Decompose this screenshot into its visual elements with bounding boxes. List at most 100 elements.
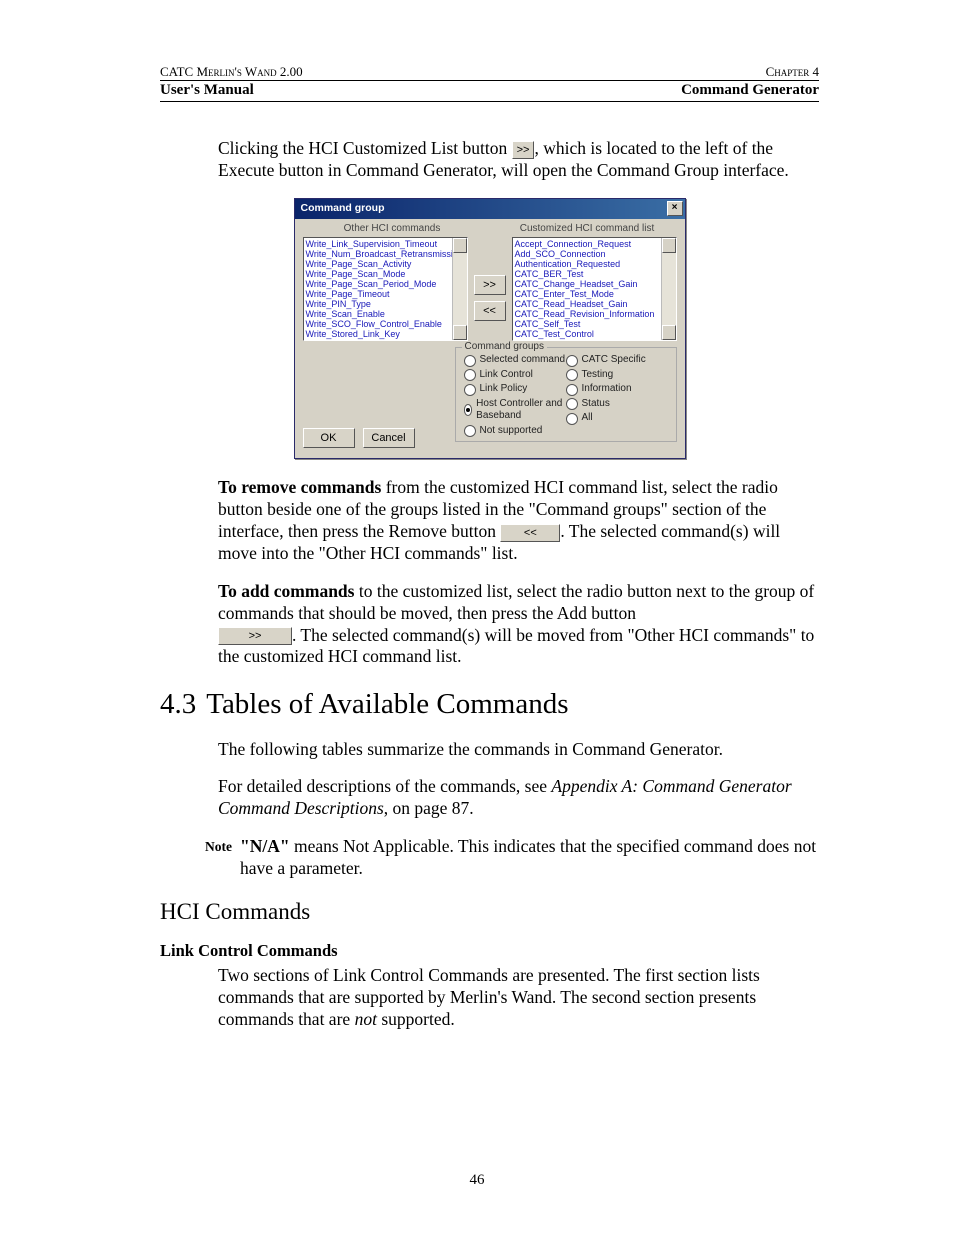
section-title: Tables of Available Commands: [206, 688, 568, 720]
ok-button[interactable]: OK: [303, 428, 355, 448]
radio-label: All: [582, 412, 593, 425]
radio-option[interactable]: All: [566, 412, 668, 425]
radio-label: Link Policy: [480, 383, 528, 396]
add-button[interactable]: >>: [474, 275, 506, 295]
other-commands-label: Other HCI commands: [295, 223, 490, 236]
radio-icon: [566, 398, 578, 410]
note: Note "N/A" means Not Applicable. This in…: [184, 836, 819, 880]
link-control-heading: Link Control Commands: [160, 941, 819, 962]
text: . The selected command(s) will be moved …: [218, 625, 814, 667]
radio-icon: [566, 369, 578, 381]
list-item[interactable]: Authentication_Requested: [515, 259, 674, 269]
link-control-para: Two sections of Link Control Commands ar…: [218, 965, 819, 1031]
radio-label: Information: [582, 383, 632, 396]
text: For detailed descriptions of the command…: [218, 776, 551, 796]
command-group-dialog: Command group × Other HCI commands Custo…: [294, 198, 686, 460]
list-item[interactable]: Write_Page_Scan_Mode: [306, 269, 465, 279]
section-heading: 4.3 Tables of Available Commands: [160, 686, 819, 722]
text-bold: To remove commands: [218, 477, 381, 497]
section-p2: For detailed descriptions of the command…: [218, 776, 819, 820]
customize-list-button-icon[interactable]: >>: [512, 141, 535, 159]
radio-icon: [464, 404, 473, 416]
radio-label: Link Control: [480, 369, 533, 382]
other-commands-listbox[interactable]: Write_Link_Supervision_TimeoutWrite_Num_…: [303, 237, 468, 341]
header-chapter: Chapter 4: [766, 64, 819, 80]
list-item[interactable]: CATC_Enter_Test_Mode: [515, 289, 674, 299]
page-number: 46: [0, 1172, 954, 1189]
radio-option[interactable]: Link Policy: [464, 383, 566, 396]
list-item[interactable]: Write_Stored_Link_Key: [306, 329, 465, 339]
radio-label: Host Controller and Baseband: [476, 398, 565, 423]
radio-option[interactable]: Information: [566, 383, 668, 396]
list-item[interactable]: Write_SCO_Flow_Control_Enable: [306, 319, 465, 329]
radio-option[interactable]: Not supported: [464, 425, 566, 438]
radio-option[interactable]: Status: [566, 398, 668, 411]
text-italic: not: [355, 1009, 377, 1029]
list-item[interactable]: Write_Num_Broadcast_Retransmissi: [306, 249, 465, 259]
dialog-titlebar: Command group ×: [295, 199, 685, 219]
list-item[interactable]: CATC_Self_Test: [515, 319, 674, 329]
list-item[interactable]: Add_SCO_Connection: [515, 249, 674, 259]
remove-button-inline[interactable]: <<: [500, 524, 560, 542]
header-manual: User's Manual: [160, 82, 254, 99]
text-bold: To add commands: [218, 581, 354, 601]
customized-list-label: Customized HCI command list: [490, 223, 685, 236]
radio-label: Status: [582, 398, 610, 411]
dialog-title: Command group: [301, 202, 385, 215]
list-item[interactable]: Write_PIN_Type: [306, 299, 465, 309]
cancel-button[interactable]: Cancel: [363, 428, 415, 448]
radio-icon: [464, 355, 476, 367]
list-item[interactable]: CATC_Change_Headset_Gain: [515, 279, 674, 289]
hci-commands-heading: HCI Commands: [160, 898, 819, 927]
radio-option[interactable]: Testing: [566, 369, 668, 382]
radio-icon: [464, 384, 476, 396]
radio-icon: [464, 425, 476, 437]
list-item[interactable]: Accept_Connection_Request: [515, 239, 674, 249]
header-product: CATC Merlin's Wand 2.00: [160, 64, 303, 80]
text: Clicking the HCI Customized List button: [218, 138, 512, 158]
radio-label: Selected command: [480, 354, 566, 367]
list-item[interactable]: Write_Scan_Enable: [306, 309, 465, 319]
radio-option[interactable]: CATC Specific: [566, 354, 668, 367]
text: , on page 87.: [384, 798, 474, 818]
radio-option[interactable]: Link Control: [464, 369, 566, 382]
para-add: To add commands to the customized list, …: [218, 581, 819, 669]
para-intro: Clicking the HCI Customized List button …: [218, 138, 819, 182]
command-groups-fieldset: Command groups Selected commandLink Cont…: [455, 347, 677, 442]
list-item[interactable]: CATC_Read_Headset_Gain: [515, 299, 674, 309]
add-button-inline[interactable]: >>: [218, 627, 292, 645]
radio-icon: [566, 384, 578, 396]
list-item[interactable]: CATC_Test_Control: [515, 329, 674, 339]
section-number: 4.3: [160, 688, 196, 720]
note-label: Note: [184, 836, 240, 880]
text: Two sections of Link Control Commands ar…: [218, 965, 760, 1029]
radio-label: Testing: [582, 369, 614, 382]
radio-option[interactable]: Selected command: [464, 354, 566, 367]
radio-label: Not supported: [480, 425, 543, 438]
para-remove: To remove commands from the customized H…: [218, 477, 819, 565]
list-item[interactable]: Write_Link_Supervision_Timeout: [306, 239, 465, 249]
radio-icon: [566, 355, 578, 367]
customized-listbox[interactable]: Accept_Connection_RequestAdd_SCO_Connect…: [512, 237, 677, 341]
list-item[interactable]: CATC_Read_Revision_Information: [515, 309, 674, 319]
note-text: means Not Applicable. This indicates tha…: [240, 836, 816, 878]
radio-icon: [464, 369, 476, 381]
list-item[interactable]: Write_Page_Scan_Activity: [306, 259, 465, 269]
scrollbar[interactable]: [452, 238, 467, 340]
scrollbar[interactable]: [661, 238, 676, 340]
command-groups-legend: Command groups: [462, 341, 547, 354]
radio-icon: [566, 413, 578, 425]
remove-button[interactable]: <<: [474, 301, 506, 321]
list-item[interactable]: Write_Page_Timeout: [306, 289, 465, 299]
header-rule: [160, 101, 819, 102]
header-section: Command Generator: [681, 82, 819, 99]
section-p1: The following tables summarize the comma…: [218, 739, 819, 761]
list-item[interactable]: CATC_BER_Test: [515, 269, 674, 279]
radio-option[interactable]: Host Controller and Baseband: [464, 398, 566, 423]
list-item[interactable]: Write_Voice_Setting: [306, 339, 465, 341]
text: supported.: [377, 1009, 455, 1029]
radio-label: CATC Specific: [582, 354, 646, 367]
list-item[interactable]: Write_Page_Scan_Period_Mode: [306, 279, 465, 289]
close-icon[interactable]: ×: [667, 201, 683, 216]
note-bold: "N/A": [240, 836, 290, 856]
